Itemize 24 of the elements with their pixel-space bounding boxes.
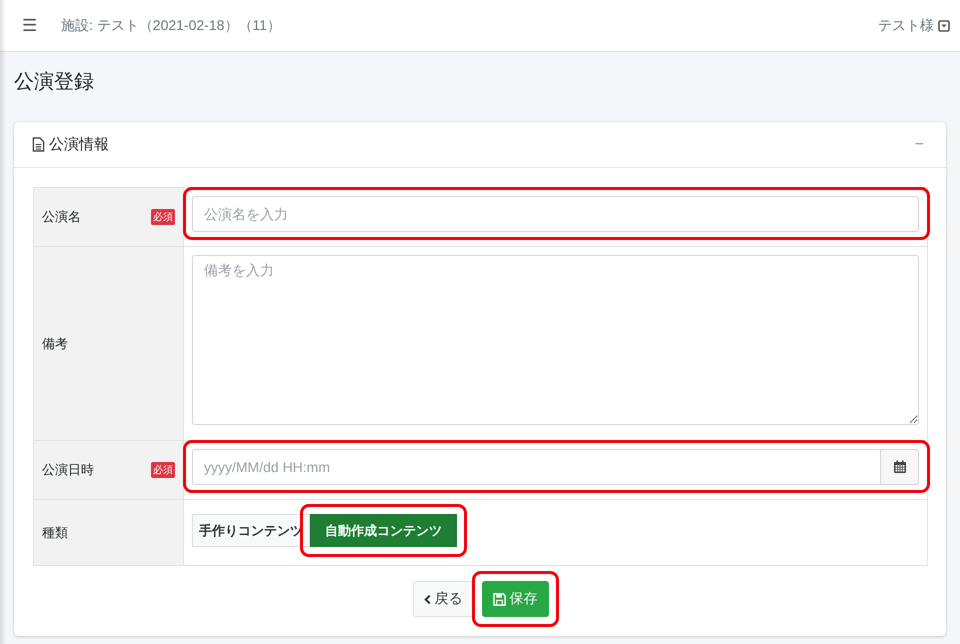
datetime-input[interactable]: yyyy/MM/dd HH:mm (192, 449, 881, 485)
collapse-button[interactable]: − (908, 134, 930, 154)
page-title: 公演登録 (14, 70, 95, 95)
name-input[interactable]: 公演名を入力 (192, 196, 919, 232)
save-button[interactable]: 保存 (482, 581, 548, 617)
content-type-option[interactable]: 自動作成コンテンツ (310, 514, 457, 547)
save-icon (492, 592, 506, 606)
required-badge: 必須 (151, 462, 175, 478)
field-label: 種類 (42, 524, 68, 542)
menu-button[interactable]: ☰ (14, 15, 45, 36)
dropdown-icon (938, 20, 950, 32)
field-label: 備考 (42, 334, 68, 352)
calendar-icon (892, 460, 906, 474)
chevron-left-icon (424, 594, 430, 604)
field-label: 公演日時 (42, 461, 94, 479)
card-title: 公演情報 (49, 135, 109, 154)
calendar-button[interactable] (881, 449, 919, 485)
document-icon (32, 137, 45, 152)
required-badge: 必須 (151, 209, 175, 225)
back-button[interactable]: 戻る (412, 581, 474, 617)
user-menu-button[interactable]: テスト様 (878, 16, 950, 34)
facility-label: 施設: テスト（2021-02-18）（11） (61, 16, 281, 34)
field-label: 公演名 (42, 208, 81, 226)
notes-textarea[interactable]: 備考を入力 (192, 255, 919, 425)
